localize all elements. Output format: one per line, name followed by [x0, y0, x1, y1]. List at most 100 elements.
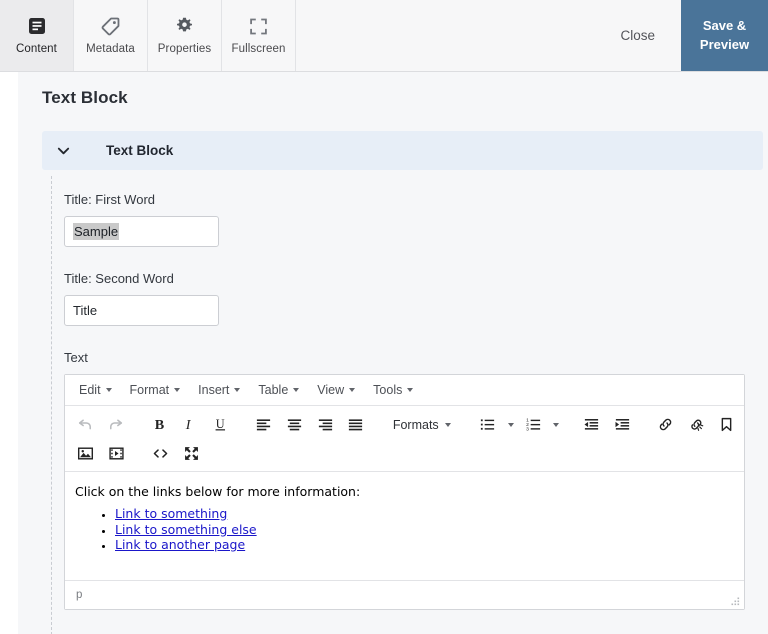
save-and-preview-button[interactable]: Save & Preview [681, 0, 768, 71]
caret-down-icon [407, 388, 414, 392]
top-toolbar: Content Metadata Properties Fullscreen C… [0, 0, 768, 72]
field-title-first-word: Title: First Word Sample [64, 192, 763, 247]
editor-toolbar-row-1: B I U Formats 1 2 3 [70, 410, 742, 439]
caret-down-icon [444, 422, 451, 427]
italic-icon[interactable]: I [175, 412, 206, 438]
svg-text:B: B [155, 417, 165, 433]
image-icon[interactable] [70, 441, 101, 467]
menu-table-label: Table [258, 383, 289, 397]
tab-metadata-label: Metadata [86, 43, 135, 56]
editor-link-list: Link to something Link to something else… [75, 506, 730, 553]
field-title-first-word-label: Title: First Word [64, 192, 156, 207]
page-title: Text Block [42, 88, 128, 107]
anchor-icon[interactable] [711, 412, 742, 438]
menu-edit[interactable]: Edit [70, 379, 121, 401]
formats-dropdown[interactable]: Formats [384, 412, 460, 438]
editor-intro-paragraph: Click on the links below for more inform… [75, 484, 361, 499]
bullet-list-icon[interactable] [473, 412, 504, 438]
text-block-panel: Text Block Title: First Word Sample Titl… [42, 131, 763, 634]
fullscreen-icon[interactable] [176, 441, 207, 467]
page-body: Text Block Text Block Title: First Word … [0, 72, 768, 634]
gear-icon [175, 15, 194, 37]
menu-table[interactable]: Table [249, 379, 308, 401]
bold-icon[interactable]: B [144, 412, 175, 438]
title-second-word-input[interactable] [64, 295, 219, 326]
field-text: Text Edit Format Insert Table View Tools… [64, 350, 763, 610]
tab-list: Content Metadata Properties Fullscreen [0, 0, 296, 71]
numbered-list-caret-icon[interactable] [549, 412, 564, 438]
formats-dropdown-label: Formats [392, 417, 439, 432]
indent-icon[interactable] [607, 412, 638, 438]
tab-metadata[interactable]: Metadata [74, 0, 148, 71]
left-gutter [0, 72, 18, 634]
content-lines-icon [28, 15, 46, 37]
source-code-icon[interactable] [145, 441, 176, 467]
save-button-line2: Preview [699, 36, 750, 52]
tab-properties-label: Properties [157, 43, 212, 56]
save-button-line1: Save & [702, 17, 747, 33]
menu-tools-label: Tools [373, 383, 403, 397]
title-first-word-input[interactable] [64, 216, 219, 247]
list-item: Link to something else [115, 522, 730, 538]
menu-format-label: Format [129, 383, 170, 397]
svg-text:U: U [216, 417, 225, 431]
svg-text:3: 3 [526, 426, 529, 432]
editor-link-2[interactable]: Link to something else [115, 522, 257, 537]
unlink-icon[interactable] [681, 412, 712, 438]
list-item: Link to something [115, 506, 730, 522]
field-title-first-word-wrap: Sample [64, 216, 219, 247]
link-icon[interactable] [650, 412, 681, 438]
menu-format[interactable]: Format [121, 379, 190, 401]
caret-down-icon [105, 388, 112, 392]
caret-down-icon [234, 388, 241, 392]
editor-content-body[interactable]: Click on the links below for more inform… [65, 472, 744, 580]
chevron-down-icon[interactable] [42, 143, 84, 158]
tab-properties[interactable]: Properties [148, 0, 222, 71]
editor-link-3[interactable]: Link to another page [115, 537, 245, 552]
outdent-icon[interactable] [576, 412, 607, 438]
menu-view[interactable]: View [308, 379, 364, 401]
bullet-list-caret-icon[interactable] [503, 412, 518, 438]
field-text-label: Text [64, 350, 88, 365]
tab-fullscreen[interactable]: Fullscreen [222, 0, 296, 71]
content-area: Text Block Text Block Title: First Word … [18, 72, 768, 634]
menu-tools[interactable]: Tools [364, 379, 422, 401]
align-center-icon[interactable] [279, 412, 310, 438]
caret-down-icon [293, 388, 300, 392]
list-item: Link to another page [115, 537, 730, 553]
editor-link-1[interactable]: Link to something [115, 506, 227, 521]
underline-icon[interactable]: U [205, 412, 236, 438]
field-title-second-word-label: Title: Second Word [64, 271, 174, 286]
caret-down-icon [349, 388, 356, 392]
rich-text-editor: Edit Format Insert Table View Tools B I … [64, 374, 745, 610]
redo-icon[interactable] [101, 412, 132, 438]
tab-fullscreen-label: Fullscreen [231, 43, 286, 56]
close-button[interactable]: Close [594, 0, 681, 71]
text-block-fields: Title: First Word Sample Title: Second W… [42, 170, 763, 634]
numbered-list-icon[interactable]: 1 2 3 [518, 412, 549, 438]
menu-insert[interactable]: Insert [189, 379, 249, 401]
tab-content[interactable]: Content [0, 0, 74, 71]
editor-menubar: Edit Format Insert Table View Tools [65, 375, 744, 406]
menu-edit-label: Edit [79, 383, 101, 397]
editor-statusbar: p [65, 580, 744, 609]
editor-toolbar: B I U Formats 1 2 3 [65, 406, 744, 472]
align-right-icon[interactable] [310, 412, 341, 438]
editor-element-path[interactable]: p [76, 589, 82, 601]
svg-text:I: I [185, 417, 192, 433]
align-left-icon[interactable] [249, 412, 280, 438]
align-justify-icon[interactable] [340, 412, 371, 438]
menu-view-label: View [317, 383, 345, 397]
editor-toolbar-row-2 [70, 439, 742, 468]
menu-insert-label: Insert [198, 383, 230, 397]
field-title-second-word: Title: Second Word [64, 271, 763, 326]
undo-icon[interactable] [70, 412, 101, 438]
expand-icon [249, 15, 268, 37]
tab-content-label: Content [16, 43, 57, 56]
caret-down-icon [174, 388, 181, 392]
text-block-panel-header[interactable]: Text Block [42, 131, 763, 170]
tag-icon [101, 15, 120, 37]
resize-grip-icon[interactable] [729, 595, 741, 607]
toolbar-spacer [296, 0, 595, 71]
media-icon[interactable] [101, 441, 132, 467]
